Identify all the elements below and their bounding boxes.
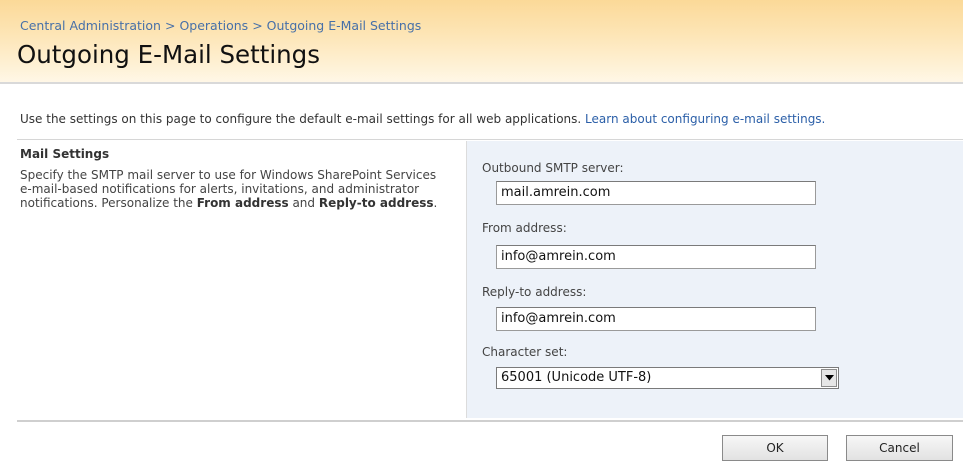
section-title: Mail Settings (20, 147, 110, 161)
page-description: Use the settings on this page to configu… (20, 112, 825, 126)
breadcrumb-separator: > (164, 18, 176, 33)
section-desc-text: . (433, 196, 438, 210)
breadcrumb-current: Outgoing E-Mail Settings (266, 18, 422, 33)
character-set-value: 65001 (Unicode UTF-8) (501, 370, 652, 385)
divider (17, 420, 963, 422)
breadcrumb-operations[interactable]: Operations (179, 18, 248, 33)
title-area: Central Administration > Operations > Outgoi… (0, 0, 963, 84)
breadcrumb-separator: > (252, 18, 263, 33)
divider (17, 139, 963, 140)
section-desc-text: and (288, 196, 319, 210)
section-description: Specify the SMTP mail server to use for … (20, 168, 450, 210)
chevron-down-icon (824, 375, 834, 381)
smtp-server-input[interactable]: mail.amrein.com (496, 181, 816, 205)
character-set-label: Character set: (482, 345, 568, 359)
learn-more-link[interactable]: Learn about configuring e-mail settings. (585, 112, 825, 126)
from-address-input[interactable]: info@amrein.com (496, 245, 816, 269)
from-address-label: From address: (482, 221, 567, 235)
cancel-button[interactable]: Cancel (846, 435, 953, 461)
breadcrumb-central-administration[interactable]: Central Administration (20, 18, 161, 33)
smtp-server-label: Outbound SMTP server: (482, 161, 624, 175)
description-text: Use the settings on this page to configu… (20, 112, 582, 126)
section-desc-bold: Reply-to address (318, 196, 434, 210)
form-panel: Outbound SMTP server: mail.amrein.com Fr… (466, 141, 963, 418)
breadcrumb: Central Administration > Operations > Outgoi… (20, 18, 421, 33)
mail-settings-section: Mail Settings Specify the SMTP mail serv… (20, 147, 460, 210)
dropdown-button[interactable] (821, 369, 837, 387)
page-title: Outgoing E-Mail Settings (17, 40, 320, 69)
character-set-select[interactable]: 65001 (Unicode UTF-8) (496, 367, 839, 389)
section-desc-bold: From address (196, 196, 289, 210)
reply-to-address-input[interactable]: info@amrein.com (496, 307, 816, 331)
reply-to-address-label: Reply-to address: (482, 285, 587, 299)
ok-button[interactable]: OK (722, 435, 828, 461)
